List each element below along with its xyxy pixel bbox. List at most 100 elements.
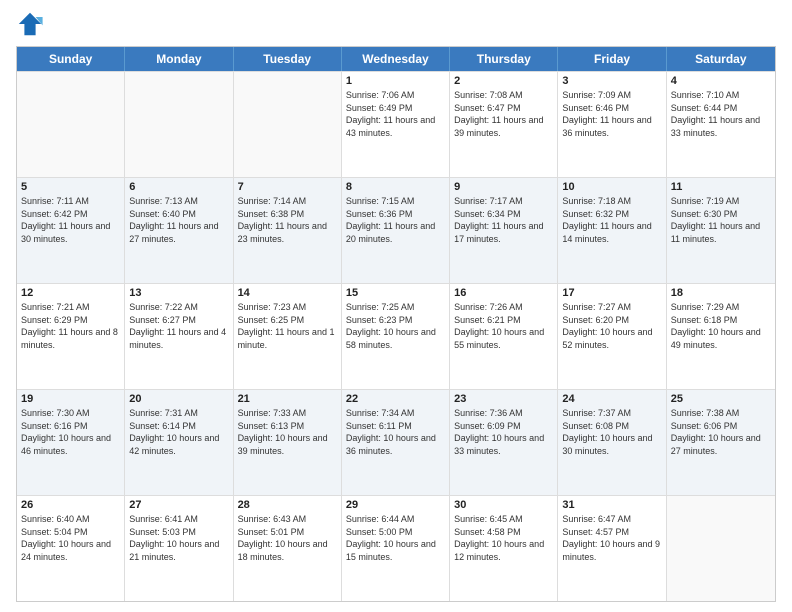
- calendar-cell: 3 Sunrise: 7:09 AM Sunset: 6:46 PM Daylig…: [558, 72, 666, 177]
- cell-info: Sunrise: 6:43 AM Sunset: 5:01 PM Dayligh…: [238, 513, 337, 563]
- calendar-cell: 2 Sunrise: 7:08 AM Sunset: 6:47 PM Daylig…: [450, 72, 558, 177]
- calendar-cell: [234, 72, 342, 177]
- calendar-cell: 9 Sunrise: 7:17 AM Sunset: 6:34 PM Daylig…: [450, 178, 558, 283]
- calendar-row: 5 Sunrise: 7:11 AM Sunset: 6:42 PM Daylig…: [17, 177, 775, 283]
- day-number: 16: [454, 287, 553, 299]
- day-number: 29: [346, 499, 445, 511]
- day-number: 15: [346, 287, 445, 299]
- cell-info: Sunrise: 7:15 AM Sunset: 6:36 PM Dayligh…: [346, 195, 445, 245]
- calendar-day-header: Wednesday: [342, 47, 450, 71]
- cell-info: Sunrise: 6:40 AM Sunset: 5:04 PM Dayligh…: [21, 513, 120, 563]
- calendar-cell: 18 Sunrise: 7:29 AM Sunset: 6:18 PM Dayli…: [667, 284, 775, 389]
- calendar-cell: 14 Sunrise: 7:23 AM Sunset: 6:25 PM Dayli…: [234, 284, 342, 389]
- day-number: 4: [671, 75, 771, 87]
- page: SundayMondayTuesdayWednesdayThursdayFrid…: [0, 0, 792, 612]
- cell-info: Sunrise: 7:14 AM Sunset: 6:38 PM Dayligh…: [238, 195, 337, 245]
- cell-info: Sunrise: 7:33 AM Sunset: 6:13 PM Dayligh…: [238, 407, 337, 457]
- day-number: 14: [238, 287, 337, 299]
- calendar: SundayMondayTuesdayWednesdayThursdayFrid…: [16, 46, 776, 602]
- logo: [16, 10, 48, 38]
- day-number: 30: [454, 499, 553, 511]
- calendar-cell: 4Sunrise: 7:10 AM Sunset: 6:44 PM Daylig…: [667, 72, 775, 177]
- calendar-day-header: Friday: [558, 47, 666, 71]
- calendar-cell: 22 Sunrise: 7:34 AM Sunset: 6:11 PM Dayli…: [342, 390, 450, 495]
- calendar-cell: 24 Sunrise: 7:37 AM Sunset: 6:08 PM Dayli…: [558, 390, 666, 495]
- calendar-cell: 16 Sunrise: 7:26 AM Sunset: 6:21 PM Dayli…: [450, 284, 558, 389]
- calendar-row: 12Sunrise: 7:21 AM Sunset: 6:29 PM Dayli…: [17, 283, 775, 389]
- day-number: 13: [129, 287, 228, 299]
- calendar-day-header: Monday: [125, 47, 233, 71]
- calendar-cell: 7 Sunrise: 7:14 AM Sunset: 6:38 PM Daylig…: [234, 178, 342, 283]
- calendar-cell: [125, 72, 233, 177]
- cell-info: Sunrise: 7:18 AM Sunset: 6:32 PM Dayligh…: [562, 195, 661, 245]
- cell-info: Sunrise: 7:13 AM Sunset: 6:40 PM Dayligh…: [129, 195, 228, 245]
- day-number: 28: [238, 499, 337, 511]
- day-number: 22: [346, 393, 445, 405]
- calendar-cell: 5 Sunrise: 7:11 AM Sunset: 6:42 PM Daylig…: [17, 178, 125, 283]
- cell-info: Sunrise: 7:06 AM Sunset: 6:49 PM Dayligh…: [346, 89, 445, 139]
- cell-info: Sunrise: 6:44 AM Sunset: 5:00 PM Dayligh…: [346, 513, 445, 563]
- cell-info: Sunrise: 7:36 AM Sunset: 6:09 PM Dayligh…: [454, 407, 553, 457]
- day-number: 20: [129, 393, 228, 405]
- day-number: 9: [454, 181, 553, 193]
- cell-info: Sunrise: 7:30 AM Sunset: 6:16 PM Dayligh…: [21, 407, 120, 457]
- calendar-cell: [667, 496, 775, 601]
- day-number: 6: [129, 181, 228, 193]
- day-number: 31: [562, 499, 661, 511]
- calendar-day-header: Tuesday: [234, 47, 342, 71]
- calendar-cell: 15 Sunrise: 7:25 AM Sunset: 6:23 PM Dayli…: [342, 284, 450, 389]
- day-number: 19: [21, 393, 120, 405]
- cell-info: Sunrise: 7:38 AM Sunset: 6:06 PM Dayligh…: [671, 407, 771, 457]
- cell-info: Sunrise: 7:19 AM Sunset: 6:30 PM Dayligh…: [671, 195, 771, 245]
- cell-info: Sunrise: 7:25 AM Sunset: 6:23 PM Dayligh…: [346, 301, 445, 351]
- day-number: 23: [454, 393, 553, 405]
- day-number: 24: [562, 393, 661, 405]
- calendar-cell: 20Sunrise: 7:31 AM Sunset: 6:14 PM Dayli…: [125, 390, 233, 495]
- calendar-cell: 8Sunrise: 7:15 AM Sunset: 6:36 PM Daylig…: [342, 178, 450, 283]
- day-number: 26: [21, 499, 120, 511]
- calendar-cell: 13Sunrise: 7:22 AM Sunset: 6:27 PM Dayli…: [125, 284, 233, 389]
- calendar-cell: 30 Sunrise: 6:45 AM Sunset: 4:58 PM Dayli…: [450, 496, 558, 601]
- cell-info: Sunrise: 7:08 AM Sunset: 6:47 PM Dayligh…: [454, 89, 553, 139]
- day-number: 10: [562, 181, 661, 193]
- day-number: 3: [562, 75, 661, 87]
- calendar-cell: 17 Sunrise: 7:27 AM Sunset: 6:20 PM Dayli…: [558, 284, 666, 389]
- calendar-day-header: Thursday: [450, 47, 558, 71]
- calendar-cell: 26 Sunrise: 6:40 AM Sunset: 5:04 PM Dayli…: [17, 496, 125, 601]
- calendar-cell: 6 Sunrise: 7:13 AM Sunset: 6:40 PM Daylig…: [125, 178, 233, 283]
- calendar-header: SundayMondayTuesdayWednesdayThursdayFrid…: [17, 47, 775, 71]
- cell-info: Sunrise: 6:41 AM Sunset: 5:03 PM Dayligh…: [129, 513, 228, 563]
- calendar-body: 1 Sunrise: 7:06 AM Sunset: 6:49 PM Daylig…: [17, 71, 775, 601]
- day-number: 25: [671, 393, 771, 405]
- calendar-cell: 11 Sunrise: 7:19 AM Sunset: 6:30 PM Dayli…: [667, 178, 775, 283]
- cell-info: Sunrise: 7:27 AM Sunset: 6:20 PM Dayligh…: [562, 301, 661, 351]
- cell-info: Sunrise: 7:29 AM Sunset: 6:18 PM Dayligh…: [671, 301, 771, 351]
- cell-info: Sunrise: 6:47 AM Sunset: 4:57 PM Dayligh…: [562, 513, 661, 563]
- day-number: 11: [671, 181, 771, 193]
- calendar-cell: 23 Sunrise: 7:36 AM Sunset: 6:09 PM Dayli…: [450, 390, 558, 495]
- logo-icon: [16, 10, 44, 38]
- cell-info: Sunrise: 7:11 AM Sunset: 6:42 PM Dayligh…: [21, 195, 120, 245]
- calendar-cell: 21Sunrise: 7:33 AM Sunset: 6:13 PM Dayli…: [234, 390, 342, 495]
- calendar-day-header: Saturday: [667, 47, 775, 71]
- day-number: 5: [21, 181, 120, 193]
- cell-info: Sunrise: 7:09 AM Sunset: 6:46 PM Dayligh…: [562, 89, 661, 139]
- calendar-cell: 19 Sunrise: 7:30 AM Sunset: 6:16 PM Dayli…: [17, 390, 125, 495]
- day-number: 18: [671, 287, 771, 299]
- cell-info: Sunrise: 7:37 AM Sunset: 6:08 PM Dayligh…: [562, 407, 661, 457]
- day-number: 2: [454, 75, 553, 87]
- cell-info: Sunrise: 7:26 AM Sunset: 6:21 PM Dayligh…: [454, 301, 553, 351]
- cell-info: Sunrise: 7:17 AM Sunset: 6:34 PM Dayligh…: [454, 195, 553, 245]
- cell-info: Sunrise: 6:45 AM Sunset: 4:58 PM Dayligh…: [454, 513, 553, 563]
- calendar-cell: 29 Sunrise: 6:44 AM Sunset: 5:00 PM Dayli…: [342, 496, 450, 601]
- calendar-cell: 1 Sunrise: 7:06 AM Sunset: 6:49 PM Daylig…: [342, 72, 450, 177]
- cell-info: Sunrise: 7:34 AM Sunset: 6:11 PM Dayligh…: [346, 407, 445, 457]
- calendar-cell: [17, 72, 125, 177]
- calendar-cell: 31 Sunrise: 6:47 AM Sunset: 4:57 PM Dayli…: [558, 496, 666, 601]
- day-number: 17: [562, 287, 661, 299]
- day-number: 7: [238, 181, 337, 193]
- day-number: 27: [129, 499, 228, 511]
- cell-info: Sunrise: 7:23 AM Sunset: 6:25 PM Dayligh…: [238, 301, 337, 351]
- calendar-cell: 25 Sunrise: 7:38 AM Sunset: 6:06 PM Dayli…: [667, 390, 775, 495]
- day-number: 1: [346, 75, 445, 87]
